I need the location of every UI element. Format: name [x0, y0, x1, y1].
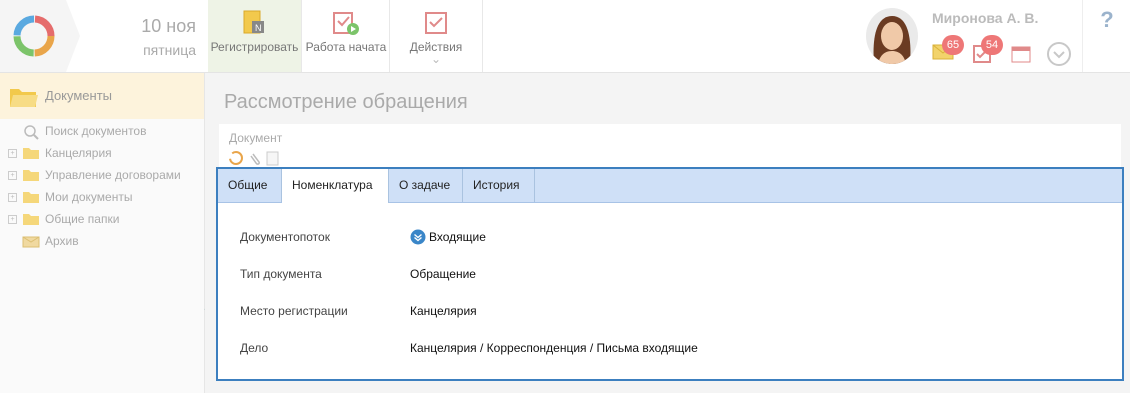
mail-count-badge: 65	[942, 35, 964, 55]
sidebar-item-shared-folders[interactable]: + Общие папки	[8, 209, 208, 231]
refresh-icon[interactable]	[229, 151, 243, 165]
actions-button[interactable]: Действия ⌄	[389, 0, 483, 72]
tab-nomenclature[interactable]: Номенклатура	[282, 169, 389, 203]
sidebar-item-archive[interactable]: Архив	[8, 231, 208, 253]
field-value: Обращение	[410, 267, 476, 281]
attachment-icon[interactable]	[250, 153, 260, 165]
date-display: 10 ноя пятница	[80, 0, 208, 72]
chevron-circle-down-icon[interactable]	[1046, 41, 1072, 67]
search-icon	[24, 125, 39, 140]
folder-open-icon	[10, 89, 38, 107]
sidebar-item-chancellery[interactable]: + Канцелярия	[8, 143, 208, 165]
sidebar: Документы Поиск документов + Канцелярия …	[0, 73, 205, 393]
task-check-icon	[425, 12, 447, 34]
date-weekday: пятница	[143, 42, 196, 58]
sidebar-item-my-documents[interactable]: + Мои документы	[8, 187, 208, 209]
folder-icon	[23, 214, 39, 225]
tab-general[interactable]: Общие	[218, 169, 282, 202]
sidebar-item-label: Поиск документов	[45, 124, 147, 138]
user-name[interactable]: Миронова А. В.	[932, 10, 1038, 26]
work-started-button[interactable]: Работа начата	[301, 0, 390, 72]
sidebar-item-label: Канцелярия	[45, 146, 112, 160]
date-day: 10 ноя	[141, 16, 196, 36]
doc-flow-value: Входящие	[429, 230, 486, 244]
help-button[interactable]: ?	[1082, 0, 1130, 72]
sidebar-item-label: Архив	[45, 234, 79, 248]
field-value: Канцелярия	[410, 304, 477, 318]
archive-icon	[22, 236, 40, 248]
field-label: Документопоток	[240, 230, 330, 244]
sidebar-item-search[interactable]: Поиск документов	[8, 121, 208, 143]
work-started-label: Работа начата	[305, 40, 387, 54]
register-button[interactable]: N Регистрировать	[208, 0, 301, 72]
sidebar-title: Документы	[45, 88, 113, 103]
calendar-icon[interactable]	[1010, 44, 1032, 64]
field-label: Тип документа	[240, 267, 322, 281]
register-document-icon: N	[243, 10, 264, 34]
user-panel: Миронова А. В. 65 54	[860, 0, 1080, 72]
task-play-icon	[333, 12, 359, 35]
chevron-circle-icon	[410, 229, 426, 245]
folder-icon	[23, 148, 39, 159]
sidebar-item-label: Управление договорами	[45, 168, 181, 182]
top-bar: 10 ноя пятница N Регистрировать Работа н…	[0, 0, 1130, 73]
tasks-count-badge: 54	[981, 35, 1003, 55]
avatar[interactable]	[866, 8, 918, 64]
field-label: Место регистрации	[240, 304, 348, 318]
folder-icon	[23, 170, 39, 181]
tab-history[interactable]: История	[463, 169, 535, 202]
expand-icon[interactable]: +	[8, 215, 17, 224]
expand-icon[interactable]: +	[8, 149, 17, 158]
document-icon[interactable]	[266, 151, 279, 166]
app-logo[interactable]	[0, 0, 80, 72]
tab-strip: Общие Номенклатура О задаче История	[218, 169, 1122, 203]
folder-icon	[23, 192, 39, 203]
document-label: Документ	[229, 131, 283, 145]
nomenclature-panel: Общие Номенклатура О задаче История Доку…	[216, 167, 1124, 381]
expand-icon[interactable]: +	[8, 193, 17, 202]
expand-icon[interactable]: +	[8, 171, 17, 180]
field-label: Дело	[240, 341, 269, 355]
svg-text:N: N	[255, 23, 262, 33]
register-label: Регистрировать	[210, 40, 299, 54]
field-value: Канцелярия / Корреспонденция / Письма вх…	[410, 341, 698, 355]
sidebar-item-label: Мои документы	[45, 190, 133, 204]
chevron-down-icon: ⌄	[430, 52, 442, 66]
sidebar-item-contracts[interactable]: + Управление договорами	[8, 165, 208, 187]
page-title: Рассмотрение обращения	[224, 91, 468, 113]
sidebar-header-documents[interactable]: Документы	[0, 73, 204, 119]
tab-about-task[interactable]: О задаче	[389, 169, 463, 202]
sidebar-item-label: Общие папки	[45, 212, 120, 226]
